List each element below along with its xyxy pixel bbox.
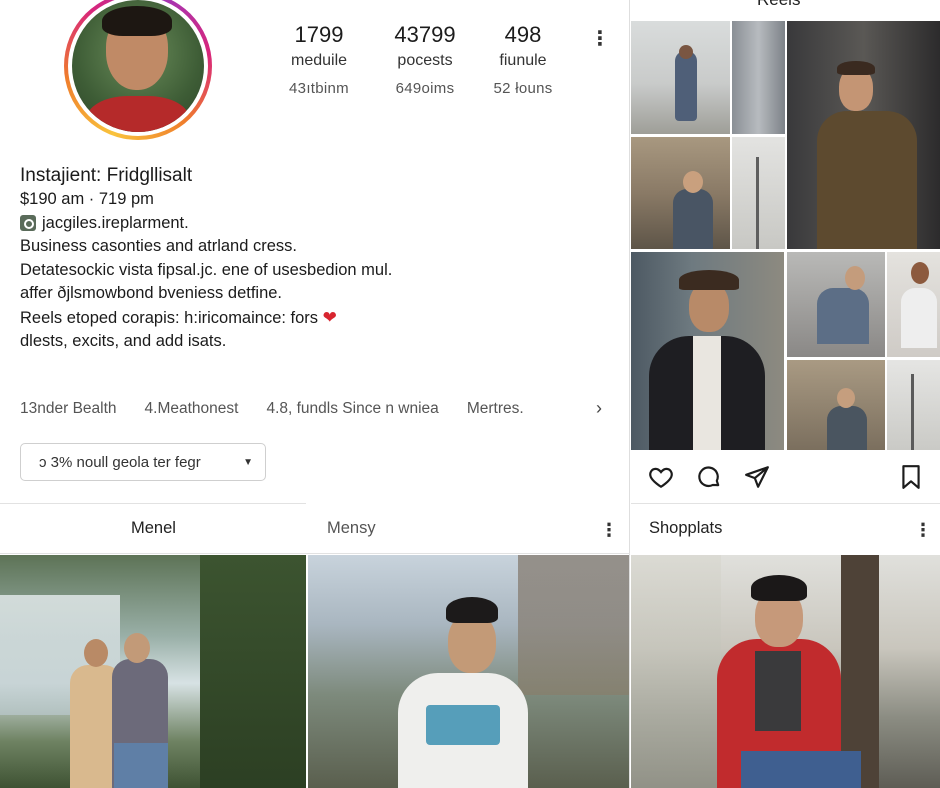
avatar-photo — [72, 0, 204, 132]
chevron-right-icon[interactable]: › — [596, 398, 602, 419]
shop-title[interactable]: Shopplats — [649, 519, 722, 538]
highlights-row: 13nder Bealth 4.Meathonest 4.8, fundls S… — [20, 400, 620, 418]
stat-posts-label: meduile — [290, 52, 348, 69]
stat-followers[interactable]: 43799 pocests 649oims — [370, 22, 480, 102]
bio-line-4: Reels etoped corapis: h:iricomaince: for… — [20, 308, 319, 327]
bio-line-3: affer ðjlsmowbond bveniess detfine. — [20, 284, 283, 303]
tab-mensy[interactable]: Mensy — [327, 519, 376, 538]
profile-bio: Instajient: Fridgllisalt $190 am · 719 p… — [20, 164, 610, 353]
bookmark-icon[interactable] — [898, 464, 924, 490]
stat-following-label: fiunule — [499, 52, 547, 69]
stat-following-value: 498 — [504, 22, 542, 47]
tabs-more-icon[interactable]: ⋮ — [600, 520, 618, 540]
profile-avatar[interactable] — [64, 0, 212, 140]
reel-thumbnail[interactable] — [631, 252, 784, 450]
reel-thumbnail[interactable] — [787, 252, 885, 357]
profile-name: Instajient: Fridgllisalt — [20, 165, 193, 186]
reel-thumbnail[interactable] — [732, 21, 785, 134]
highlight-item[interactable]: 13nder Bealth — [20, 400, 117, 418]
reels-title: Reels — [757, 0, 800, 10]
stat-followers-label: pocests — [397, 52, 453, 69]
share-paper-plane-icon[interactable] — [744, 464, 770, 490]
post-thumbnail[interactable] — [631, 555, 940, 788]
column-divider — [629, 0, 630, 788]
stat-posts[interactable]: 1799 meduile 43ıtbinm — [264, 22, 374, 102]
like-icon[interactable] — [648, 464, 674, 490]
profile-time: $190 am · 719 pm — [20, 190, 154, 208]
reel-thumbnail[interactable] — [631, 21, 730, 134]
stat-posts-value: 1799 — [294, 22, 344, 47]
filter-dropdown[interactable]: ɔ 3% noull geola ter fegr ▼ — [20, 443, 266, 481]
bio-line-1: Business casonties and atrland cress. — [20, 237, 297, 256]
reel-thumbnail[interactable] — [732, 137, 785, 249]
post-thumbnail[interactable] — [308, 555, 629, 788]
section-divider — [631, 503, 940, 504]
stat-followers-sub: 649oims — [395, 80, 455, 97]
shop-more-icon[interactable]: ⋮ — [914, 520, 932, 540]
profile-more-menu-icon[interactable]: ⋮ — [590, 29, 610, 49]
section-divider — [0, 503, 306, 504]
bio-line-4-row: Reels etoped corapis: h:iricomaince: for… — [20, 306, 610, 330]
bio-line-2: Detatesockic vista fipsal.jc. ene of use… — [20, 260, 393, 279]
reel-thumbnail[interactable] — [887, 252, 940, 357]
avatar-hair — [102, 6, 172, 36]
reel-thumbnail[interactable] — [887, 360, 940, 450]
stat-following[interactable]: 498 fiunule 52 łouns — [468, 22, 578, 102]
tab-menel[interactable]: Menel — [131, 519, 176, 538]
heart-emoji-icon: ❤ — [322, 307, 337, 327]
profile-link[interactable]: jacgiles.ireplarment. — [42, 212, 189, 236]
chevron-down-icon: ▼ — [243, 456, 253, 468]
stat-followers-value: 43799 — [394, 22, 456, 47]
tabs-divider — [0, 553, 630, 554]
avatar-shirt — [86, 96, 190, 132]
highlight-item[interactable]: 4.8, fundls Since n wniea — [266, 400, 438, 418]
avatar-frame — [68, 0, 208, 136]
link-icon — [20, 215, 36, 232]
profile-link-row[interactable]: jacgiles.ireplarment. — [20, 212, 610, 236]
reel-thumbnail[interactable] — [631, 137, 730, 249]
dropdown-value: ɔ 3% noull geola ter fegr — [39, 453, 201, 471]
reel-thumbnail[interactable] — [787, 21, 940, 249]
highlight-item[interactable]: 4.Meathonest — [145, 400, 239, 418]
post-thumbnail[interactable] — [0, 555, 306, 788]
bio-line-5: dlests, excits, and add isats. — [20, 331, 227, 350]
stat-posts-sub: 43ıtbinm — [289, 80, 349, 97]
comment-icon[interactable] — [696, 464, 722, 490]
highlight-item[interactable]: Mertres. — [467, 400, 524, 418]
reel-thumbnail[interactable] — [787, 360, 885, 450]
stat-following-sub: 52 łouns — [493, 80, 553, 97]
